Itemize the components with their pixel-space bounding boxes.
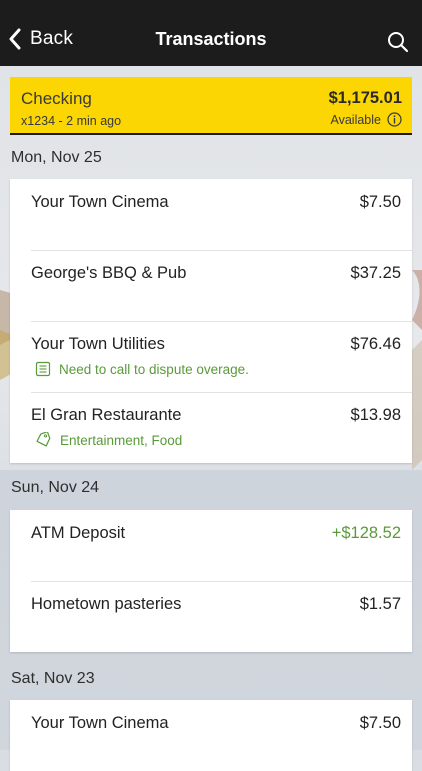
available-label: Available <box>330 112 381 127</box>
search-button[interactable] <box>386 30 410 54</box>
account-name: Checking <box>21 89 92 108</box>
transaction-note-text: Need to call to dispute overage. <box>59 361 249 377</box>
account-summary-card[interactable]: Checking x1234 - 2 min ago $1,175.01 Ava… <box>10 77 412 135</box>
transaction-name: Your Town Cinema <box>31 714 169 732</box>
transaction-group: Your Town Cinema $7.50 George's BBQ & Pu… <box>10 179 412 463</box>
transaction-row[interactable]: George's BBQ & Pub $37.25 <box>10 250 412 321</box>
transaction-name: Your Town Utilities <box>31 335 165 353</box>
tag-icon <box>36 432 51 447</box>
page-title: Transactions <box>155 29 267 49</box>
transaction-tags-text: Entertainment, Food <box>60 432 183 448</box>
account-number-updated: x1234 - 2 min ago <box>21 114 122 128</box>
transaction-row[interactable]: El Gran Restaurante $13.98 Entertainment… <box>10 392 412 463</box>
transaction-amount: $1.57 <box>359 595 401 613</box>
nav-bar: Back Transactions <box>0 0 422 66</box>
transaction-name: Hometown pasteries <box>31 595 182 613</box>
transaction-row[interactable]: Your Town Cinema $7.50 <box>10 700 412 771</box>
info-icon[interactable] <box>387 112 402 127</box>
transaction-amount: +$128.52 <box>331 524 401 542</box>
transaction-tags: Entertainment, Food <box>35 432 182 448</box>
transaction-amount: $37.25 <box>350 264 401 282</box>
transaction-amount: $13.98 <box>350 406 401 424</box>
transaction-name: George's BBQ & Pub <box>31 264 187 282</box>
transaction-amount: $7.50 <box>359 714 401 732</box>
transaction-group: Your Town Cinema $7.50 <box>10 700 412 771</box>
transaction-amount: $76.46 <box>350 335 401 353</box>
date-header: Sun, Nov 24 <box>11 479 100 496</box>
transaction-note: Need to call to dispute overage. <box>35 361 249 377</box>
transaction-row[interactable]: Your Town Utilities $76.46 Need to call … <box>10 321 412 392</box>
transaction-amount: $7.50 <box>359 193 401 211</box>
available-label-row: Available <box>330 112 402 127</box>
search-icon <box>388 32 409 53</box>
transaction-group: ATM Deposit +$128.52 Hometown pasteries … <box>10 510 412 652</box>
account-balance: $1,175.01 <box>328 89 402 107</box>
transaction-name: El Gran Restaurante <box>31 406 182 424</box>
date-header: Mon, Nov 25 <box>11 149 102 166</box>
note-icon <box>35 361 51 377</box>
transaction-name: Your Town Cinema <box>31 193 169 211</box>
transaction-row[interactable]: ATM Deposit +$128.52 <box>10 510 412 581</box>
transaction-row[interactable]: Hometown pasteries $1.57 <box>10 581 412 652</box>
transaction-name: ATM Deposit <box>31 524 126 542</box>
transaction-row[interactable]: Your Town Cinema $7.50 <box>10 179 412 250</box>
date-header: Sat, Nov 23 <box>11 670 95 687</box>
